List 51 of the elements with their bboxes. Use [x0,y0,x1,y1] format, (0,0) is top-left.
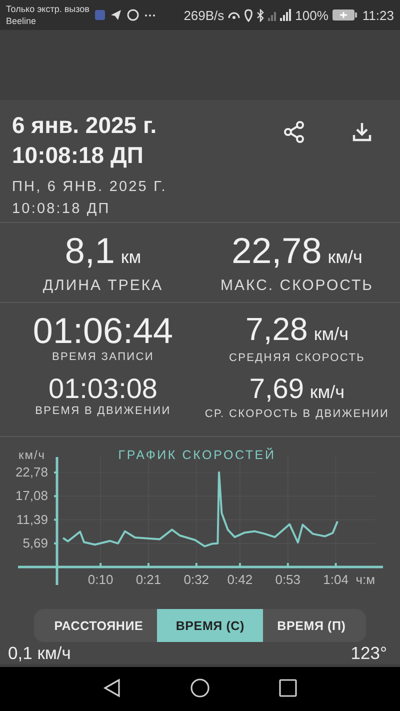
network-speed: 269B/s [184,8,224,22]
stat-label: ВРЕМЯ ЗАПИСИ [52,351,154,363]
stat-label: МАКС. СКОРОСТЬ [220,277,374,294]
check-circle-icon [127,9,140,21]
app-icon [95,10,106,20]
axis-tab[interactable]: ВРЕМЯ (П) [263,609,360,642]
battery-percent: 100% [295,8,328,22]
axis-tab[interactable]: ВРЕМЯ (С) [157,609,264,642]
more-icon [145,14,156,16]
carrier-text: Только экстр. вызов [6,3,90,15]
signal-icon [280,9,292,21]
stat-value: 7,69 км/ч [249,372,345,406]
tick-label: 0:42 [227,572,253,587]
stat-value: 01:06:44 [32,311,174,351]
clock-time: 11:23 [362,8,394,22]
hotspot-icon [228,11,240,19]
battery-icon [332,9,358,21]
track-date: ПН, 6 ЯНВ. 2025 Г. [12,178,168,197]
tick-label: 0:10 [88,572,114,587]
tick-label: 11,39 [16,512,48,527]
stat-label: СР. СКОРОСТЬ В ДВИЖЕНИИ [204,408,390,420]
axis-tab[interactable]: РАССТОЯНИЕ [40,609,158,642]
bluetooth-icon [257,8,264,22]
tick-label: 0:32 [184,572,210,587]
bearing-value: 123° [350,642,387,664]
stat-label: СРЕДНЯЯ СКОРОСТЬ [228,352,366,364]
stat-value: 22,78 км/ч [232,231,362,273]
axis-label: ч:м [356,572,376,587]
tick-label: 17,08 [15,488,48,504]
track-title: 10:08:18 ДП [12,141,144,170]
tick-label: 1:04 [323,572,348,587]
stat-label: ДЛИНА ТРЕКА [42,277,164,294]
signal-icon [268,9,276,21]
stat-value: 8,1 км [64,231,142,273]
stat-label: ВРЕМЯ В ДВИЖЕНИИ [35,404,171,416]
track-date: 10:08:18 ДП [12,200,112,219]
tick-label: 0:21 [136,572,162,587]
tick-label: 5,69 [22,535,48,550]
tick-label: 22,78 [15,464,48,480]
back-button[interactable] [102,678,122,700]
axis-label: км/ч [18,448,46,462]
track-title: 6 янв. 2025 г. [12,111,158,140]
home-button[interactable] [190,678,210,700]
stat-value: 01:03:08 [48,372,158,404]
stat-value: 7,28 км/ч [246,311,348,349]
chart-title: ГРАФИК СКОРОСТЕЙ [118,448,276,462]
location-icon [244,8,254,22]
current-speed: 0,1 км/ч [8,642,71,664]
send-icon [111,10,122,20]
tick-label: 0:53 [275,572,301,587]
carrier-text: Beeline [6,15,38,27]
